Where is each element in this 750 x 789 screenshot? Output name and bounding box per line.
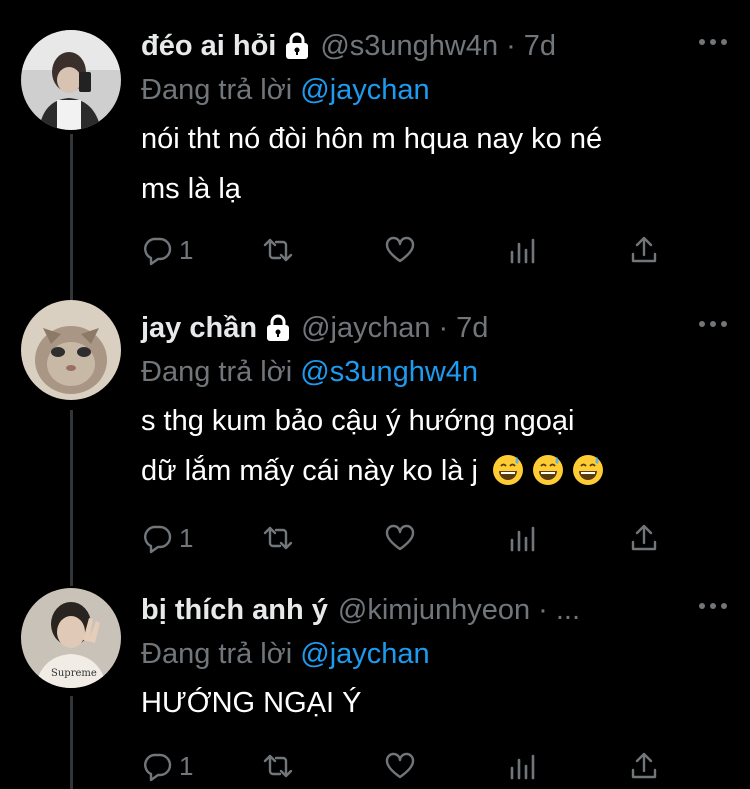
retweet-button[interactable]	[262, 746, 294, 786]
tweet-text-line-with-emoji: dữ lắm mấy cái này ko là j	[141, 446, 730, 496]
tweet-actions: 1	[141, 746, 750, 786]
reply-context: Đang trả lời @jaychan	[141, 68, 730, 112]
tweet-text-line: s thg kum bảo cậu ý hướng ngoại	[141, 405, 575, 437]
like-button[interactable]	[384, 746, 416, 786]
timestamp[interactable]: ...	[556, 594, 580, 627]
lock-icon	[284, 31, 310, 61]
share-button[interactable]	[628, 746, 660, 786]
timestamp[interactable]: 7d	[524, 30, 556, 63]
lock-icon	[265, 313, 291, 343]
like-icon	[385, 524, 415, 551]
separator: ·	[438, 311, 449, 344]
reply-mention[interactable]: @s3unghw4n	[300, 356, 478, 388]
like-icon	[385, 236, 415, 263]
reply-count: 1	[179, 234, 194, 265]
retweet-button[interactable]	[262, 230, 294, 270]
tweet-text-line: ms là lạ	[141, 173, 241, 205]
tweet-text-line: HƯỚNG NGẠI Ý	[141, 687, 362, 719]
share-icon	[631, 236, 657, 263]
tweet-text: s thg kum bảo cậu ý hướng ngoại dữ lắm m…	[141, 396, 730, 496]
analytics-button[interactable]	[507, 746, 539, 786]
separator: ·	[538, 593, 548, 626]
analytics-icon	[510, 754, 535, 780]
reply-icon	[144, 753, 172, 782]
reply-prefix: Đang trả lời	[141, 638, 293, 670]
reply-mention[interactable]: @jaychan	[300, 638, 429, 670]
tweet[interactable]: jay chần @jaychan · 7d Đang trả lời @s3u…	[0, 300, 750, 568]
like-icon	[385, 752, 415, 779]
reply-prefix: Đang trả lời	[141, 356, 293, 388]
analytics-icon	[510, 526, 535, 552]
user-handle[interactable]: @kimjunhyeon	[338, 594, 530, 627]
tweet[interactable]: Supreme bị thích anh ý @kimjunhyeon · ..…	[0, 588, 750, 789]
tweet-actions: 1	[141, 518, 750, 558]
more-icon[interactable]	[696, 596, 730, 616]
reply-mention[interactable]: @jaychan	[300, 74, 429, 106]
analytics-button[interactable]	[507, 230, 539, 270]
display-name[interactable]: đéo ai hỏi	[141, 30, 276, 63]
tweet-text: nói tht nó đòi hôn m hqua nay ko né ms l…	[141, 114, 730, 214]
user-handle[interactable]: @jaychan	[301, 312, 430, 345]
retweet-button[interactable]	[262, 518, 294, 558]
grinning-sweat-emoji	[492, 452, 524, 485]
separator: ·	[506, 29, 516, 62]
reply-prefix: Đang trả lời	[141, 74, 293, 106]
reply-button[interactable]: 1	[141, 746, 193, 786]
avatar[interactable]: Supreme	[21, 588, 121, 688]
reply-icon	[144, 525, 172, 554]
retweet-icon	[263, 754, 293, 778]
reply-count: 1	[179, 750, 194, 781]
share-icon	[631, 524, 657, 551]
share-button[interactable]	[628, 518, 660, 558]
more-icon[interactable]	[696, 314, 730, 334]
user-handle[interactable]: @s3unghw4n	[320, 30, 498, 63]
reply-button[interactable]: 1	[141, 230, 193, 270]
tweet-text: HƯỚNG NGẠI Ý	[141, 678, 730, 728]
display-name[interactable]: bị thích anh ý	[141, 594, 328, 627]
svg-text:Supreme: Supreme	[51, 668, 97, 679]
more-icon[interactable]	[696, 32, 730, 52]
tweet-text-line: dữ lắm mấy cái này ko là j	[141, 455, 478, 487]
grinning-sweat-emoji	[572, 452, 604, 485]
reply-button[interactable]: 1	[141, 518, 193, 558]
tweet[interactable]: đéo ai hỏi @s3unghw4n · 7d Đang trả lời …	[0, 24, 750, 284]
like-button[interactable]	[384, 230, 416, 270]
like-button[interactable]	[384, 518, 416, 558]
reply-context: Đang trả lời @s3unghw4n	[141, 350, 730, 394]
avatar[interactable]	[21, 300, 121, 400]
reply-context: Đang trả lời @jaychan	[141, 632, 730, 676]
tweet-actions: 1	[141, 230, 750, 270]
retweet-icon	[263, 526, 293, 550]
avatar[interactable]	[21, 30, 121, 130]
tweet-text-line: nói tht nó đòi hôn m hqua nay ko né	[141, 123, 603, 155]
share-button[interactable]	[628, 230, 660, 270]
timestamp[interactable]: 7d	[456, 312, 488, 345]
analytics-button[interactable]	[507, 518, 539, 558]
display-name[interactable]: jay chần	[141, 312, 257, 345]
reply-count: 1	[179, 522, 194, 553]
share-icon	[631, 752, 657, 779]
analytics-icon	[510, 238, 535, 264]
reply-icon	[144, 237, 172, 266]
retweet-icon	[263, 238, 293, 262]
grinning-sweat-emoji	[532, 452, 564, 485]
